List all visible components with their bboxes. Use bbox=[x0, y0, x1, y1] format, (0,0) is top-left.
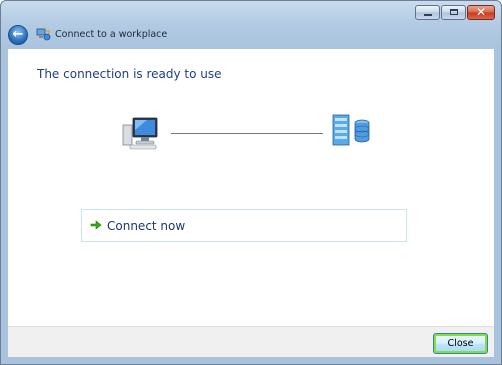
dialog-window: ✕ ← Connect to a workplace The connectio… bbox=[0, 0, 502, 365]
page-heading: The connection is ready to use bbox=[37, 67, 222, 81]
title-bar: ✕ ← Connect to a workplace bbox=[1, 1, 501, 49]
dialog-footer: Close bbox=[8, 326, 494, 357]
computer-icon bbox=[122, 117, 158, 150]
network-connection-icon bbox=[36, 28, 51, 41]
back-button[interactable]: ← bbox=[8, 25, 28, 45]
connect-now-label: Connect now bbox=[107, 219, 186, 233]
window-title: Connect to a workplace bbox=[55, 29, 168, 40]
server-icon bbox=[332, 114, 370, 146]
wizard-content: The connection is ready to use Connect n… bbox=[8, 49, 494, 326]
close-button[interactable]: Close bbox=[433, 333, 488, 354]
minimize-button[interactable] bbox=[415, 5, 440, 20]
window-controls: ✕ bbox=[415, 5, 495, 20]
maximize-icon bbox=[450, 9, 458, 15]
close-window-button[interactable]: ✕ bbox=[467, 5, 495, 20]
maximize-button[interactable] bbox=[441, 5, 466, 20]
close-icon: ✕ bbox=[475, 5, 487, 19]
connection-line bbox=[171, 133, 323, 134]
minimize-icon bbox=[424, 14, 432, 16]
green-arrow-icon bbox=[90, 220, 102, 230]
connect-now-option[interactable]: Connect now bbox=[81, 209, 407, 242]
back-arrow-icon: ← bbox=[12, 27, 24, 42]
